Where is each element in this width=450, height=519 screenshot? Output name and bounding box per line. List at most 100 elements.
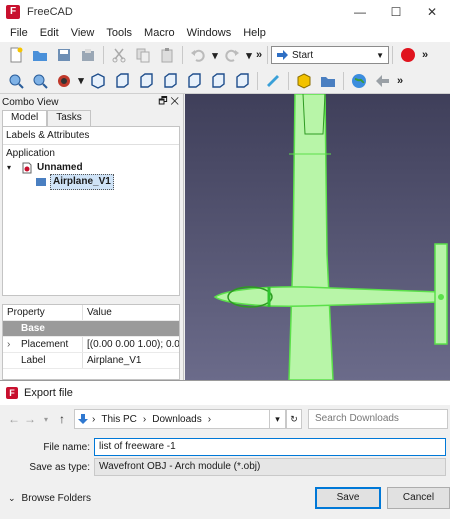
fit-all-icon[interactable] bbox=[6, 71, 26, 91]
redo-dropdown-icon[interactable]: ▾ bbox=[244, 49, 254, 62]
top-view-icon[interactable] bbox=[136, 71, 156, 91]
draw-style-dropdown-icon[interactable]: ▾ bbox=[76, 74, 86, 87]
search-input[interactable]: Search Downloads bbox=[308, 409, 448, 429]
save-icon[interactable] bbox=[54, 45, 74, 65]
dialog-title: Export file bbox=[24, 387, 73, 399]
menu-edit[interactable]: Edit bbox=[34, 27, 65, 39]
web-globe-icon[interactable] bbox=[349, 71, 369, 91]
menu-macro[interactable]: Macro bbox=[138, 27, 181, 39]
property-name: › Placement bbox=[3, 337, 83, 352]
property-editor: Property Value Base › Placement [(0.00 0… bbox=[2, 304, 180, 380]
menu-bar: File Edit View Tools Macro Windows Help bbox=[0, 24, 450, 42]
dialog-title-bar: F Export file bbox=[0, 381, 450, 405]
refresh-icon[interactable]: ↻ bbox=[286, 409, 302, 429]
file-name-field[interactable]: list of freeware -1 bbox=[94, 438, 446, 456]
chevron-down-icon[interactable]: ▾ bbox=[7, 161, 19, 175]
forward-icon[interactable]: → bbox=[22, 412, 38, 426]
draw-style-icon[interactable] bbox=[54, 71, 74, 91]
freecad-logo-icon: F bbox=[6, 387, 18, 399]
file-name-label: File name: bbox=[43, 441, 90, 453]
tree-item-airplane[interactable]: Airplane_V1 bbox=[3, 174, 179, 190]
save-button[interactable]: Save bbox=[315, 487, 381, 509]
cut-icon[interactable] bbox=[109, 45, 129, 65]
address-dropdown-icon[interactable]: ▾ bbox=[270, 409, 286, 429]
menu-windows[interactable]: Windows bbox=[181, 27, 238, 39]
mesh-icon bbox=[36, 178, 46, 186]
back-icon[interactable]: ← bbox=[6, 412, 22, 426]
breadcrumb-this-pc[interactable]: This PC bbox=[101, 414, 137, 425]
redo-icon[interactable] bbox=[222, 45, 242, 65]
export-file-dialog: F Export file ← → ▾ ↑ › This PC › Downlo… bbox=[0, 380, 450, 519]
save-type-label: Save as type: bbox=[29, 461, 90, 473]
airplane-model bbox=[213, 94, 448, 380]
recent-dropdown-icon[interactable]: ▾ bbox=[38, 415, 54, 424]
tree-header: Labels & Attributes bbox=[3, 127, 179, 145]
right-view-icon[interactable] bbox=[160, 71, 180, 91]
chevron-down-icon: ▼ bbox=[376, 50, 384, 60]
group-folder-icon[interactable] bbox=[318, 71, 338, 91]
breadcrumb-downloads[interactable]: Downloads bbox=[152, 414, 201, 425]
front-view-icon[interactable] bbox=[112, 71, 132, 91]
property-row-label[interactable]: Label Airplane_V1 bbox=[3, 353, 179, 369]
maximize-button[interactable]: ☐ bbox=[378, 0, 414, 24]
rear-view-icon[interactable] bbox=[184, 71, 204, 91]
menu-view[interactable]: View bbox=[65, 27, 101, 39]
minimize-button[interactable]: — bbox=[342, 0, 378, 24]
download-arrow-icon bbox=[78, 414, 88, 424]
chevron-down-icon: ⌄ bbox=[8, 493, 16, 503]
save-type-row: Save as type: Wavefront OBJ - Arch modul… bbox=[0, 457, 446, 477]
paste-icon[interactable] bbox=[157, 45, 177, 65]
macro-record-icon[interactable] bbox=[398, 45, 418, 65]
breadcrumb-separator: › bbox=[142, 413, 147, 425]
toolbar-separator bbox=[103, 46, 104, 64]
part-icon[interactable] bbox=[294, 71, 314, 91]
toolbar-separator bbox=[343, 71, 344, 90]
undock-close-icon[interactable]: 🗗 ✕ bbox=[158, 94, 179, 111]
property-value[interactable]: [(0.00 0.00 1.00); 0.0... bbox=[83, 337, 179, 352]
menu-tools[interactable]: Tools bbox=[100, 27, 138, 39]
freecad-window: F FreeCAD — ☐ ✕ File Edit View Tools Mac… bbox=[0, 0, 450, 519]
menu-help[interactable]: Help bbox=[237, 27, 272, 39]
toolbar-overflow-icon[interactable]: » bbox=[254, 49, 264, 61]
3d-viewport[interactable] bbox=[185, 94, 450, 380]
save-type-select[interactable]: Wavefront OBJ - Arch module (*.obj) bbox=[94, 458, 446, 476]
undo-dropdown-icon[interactable]: ▾ bbox=[210, 49, 220, 62]
menu-file[interactable]: File bbox=[4, 27, 34, 39]
toolbar-overflow-icon[interactable]: » bbox=[395, 75, 405, 87]
close-button[interactable]: ✕ bbox=[414, 0, 450, 24]
browse-folders-toggle[interactable]: ⌄ Browse Folders bbox=[8, 493, 91, 504]
workbench-label: Start bbox=[292, 49, 314, 61]
tree-application: Application bbox=[6, 148, 55, 159]
property-group-base: Base bbox=[3, 321, 179, 337]
document-icon bbox=[22, 162, 32, 174]
cancel-button[interactable]: Cancel bbox=[387, 487, 450, 509]
title-bar: F FreeCAD — ☐ ✕ bbox=[0, 0, 450, 24]
combo-view-panel: Combo View 🗗 ✕ Model Tasks Labels & Attr… bbox=[0, 94, 184, 380]
open-folder-icon[interactable] bbox=[30, 45, 50, 65]
fit-selection-icon[interactable] bbox=[30, 71, 50, 91]
address-bar[interactable]: › This PC › Downloads › bbox=[74, 409, 270, 429]
new-file-icon[interactable] bbox=[6, 45, 26, 65]
property-row-placement[interactable]: › Placement [(0.00 0.00 1.00); 0.0... bbox=[3, 337, 179, 353]
toolbar-overflow-icon[interactable]: » bbox=[420, 49, 430, 61]
toolbar-separator bbox=[288, 71, 289, 90]
undo-icon[interactable] bbox=[188, 45, 208, 65]
workbench-selector[interactable]: Start ▼ bbox=[271, 46, 389, 64]
property-column-header: Property bbox=[3, 305, 83, 320]
combo-view-title: Combo View bbox=[2, 96, 59, 108]
copy-icon[interactable] bbox=[133, 45, 153, 65]
back-arrow-icon[interactable] bbox=[373, 71, 393, 91]
save-as-icon[interactable] bbox=[78, 45, 98, 65]
freecad-logo-icon: F bbox=[6, 5, 20, 19]
tab-tasks[interactable]: Tasks bbox=[47, 110, 91, 126]
up-arrow-icon[interactable]: ↑ bbox=[54, 412, 70, 426]
isometric-view-icon[interactable] bbox=[88, 71, 108, 91]
bottom-view-icon[interactable] bbox=[208, 71, 228, 91]
property-value[interactable]: Airplane_V1 bbox=[83, 353, 179, 368]
tab-model[interactable]: Model bbox=[2, 110, 48, 126]
measure-icon[interactable] bbox=[263, 71, 283, 91]
left-view-icon[interactable] bbox=[232, 71, 252, 91]
chevron-right-icon[interactable]: › bbox=[7, 337, 21, 352]
tree-item-unnamed[interactable]: ▾ Unnamed bbox=[3, 161, 179, 175]
toolbar-separator bbox=[392, 46, 393, 64]
